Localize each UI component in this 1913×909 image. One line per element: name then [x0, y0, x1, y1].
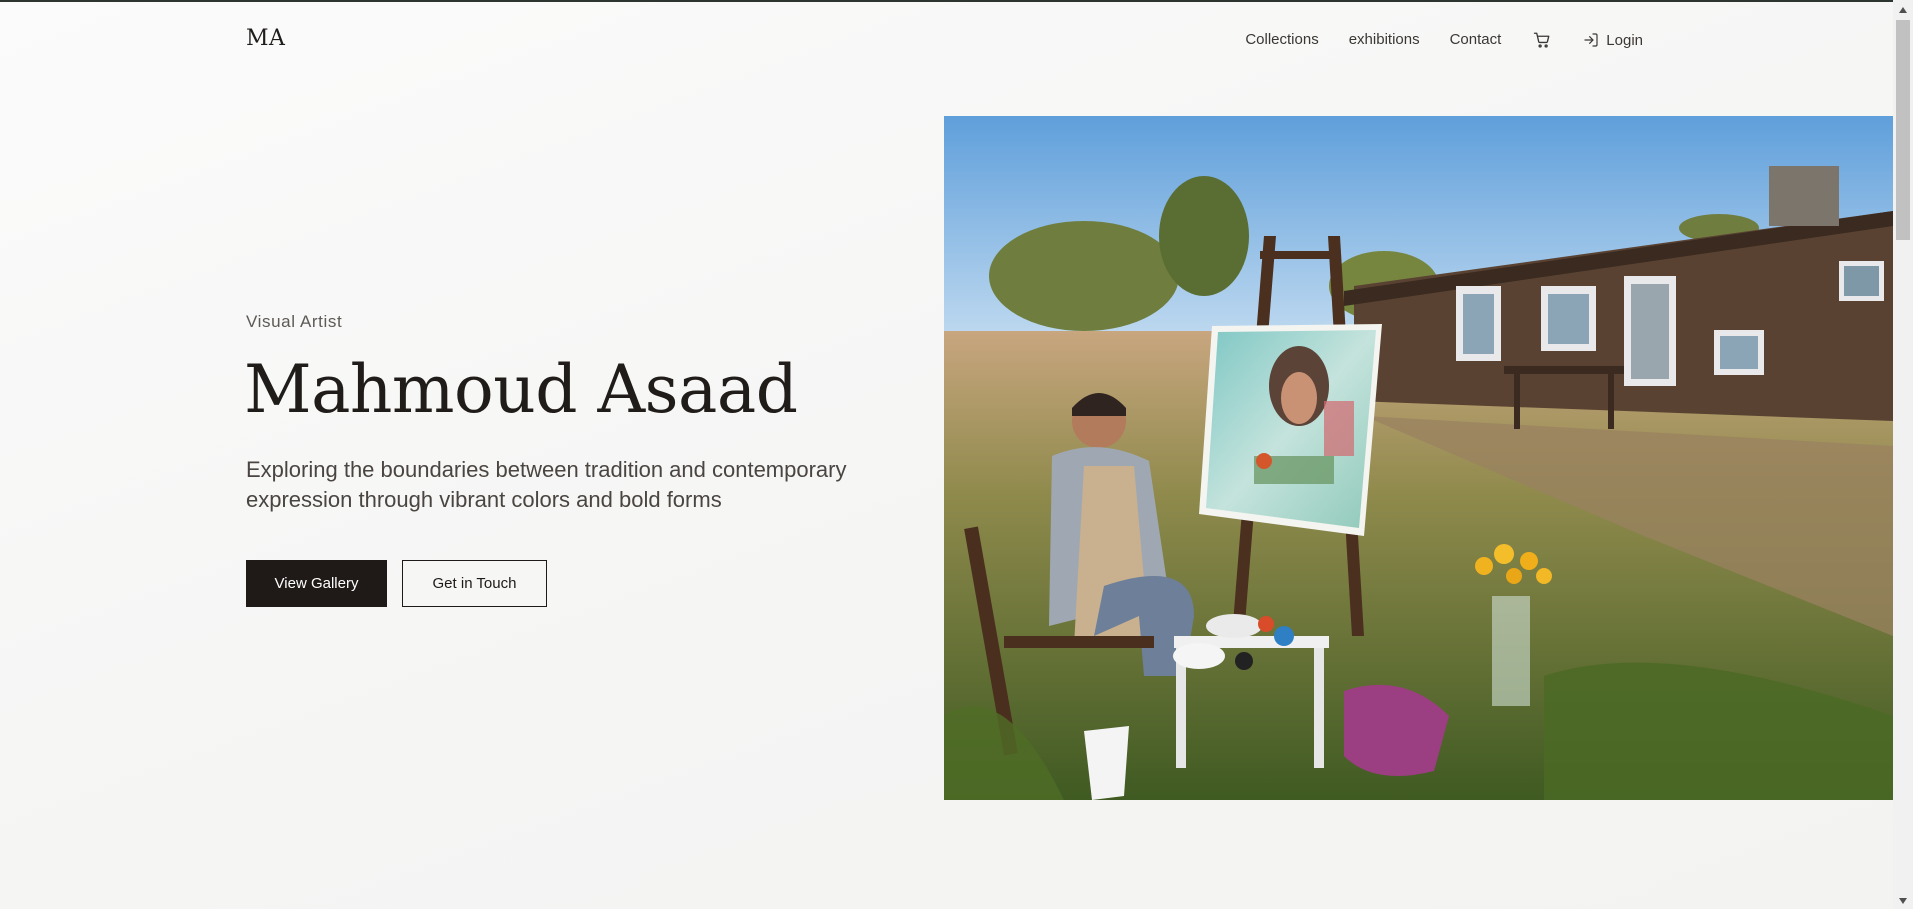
top-border: [0, 0, 1893, 2]
login-icon: [1584, 33, 1598, 47]
login-label: Login: [1606, 31, 1643, 49]
site-logo[interactable]: MA: [246, 26, 285, 51]
login-link[interactable]: Login: [1583, 32, 1643, 49]
hero-title: Mahmoud Asaad: [244, 351, 798, 428]
page-scrollbar[interactable]: [1893, 0, 1913, 909]
scroll-down-arrow-icon[interactable]: [1893, 893, 1913, 909]
hero-photo: [944, 116, 1893, 800]
scroll-up-arrow-icon[interactable]: [1893, 2, 1913, 18]
nav-collections[interactable]: Collections: [1245, 28, 1318, 52]
cart-icon[interactable]: [1531, 29, 1553, 51]
main-nav: Collections exhibitions Contact Login: [1215, 28, 1643, 52]
scrollbar-thumb[interactable]: [1896, 20, 1910, 240]
hero-description: Exploring the boundaries between traditi…: [246, 457, 847, 512]
nav-exhibitions[interactable]: exhibitions: [1349, 28, 1420, 52]
get-in-touch-button[interactable]: Get in Touch: [402, 560, 547, 607]
nav-contact[interactable]: Contact: [1450, 28, 1502, 52]
view-gallery-button[interactable]: View Gallery: [246, 560, 387, 607]
hero-eyebrow: Visual Artist: [246, 312, 343, 331]
